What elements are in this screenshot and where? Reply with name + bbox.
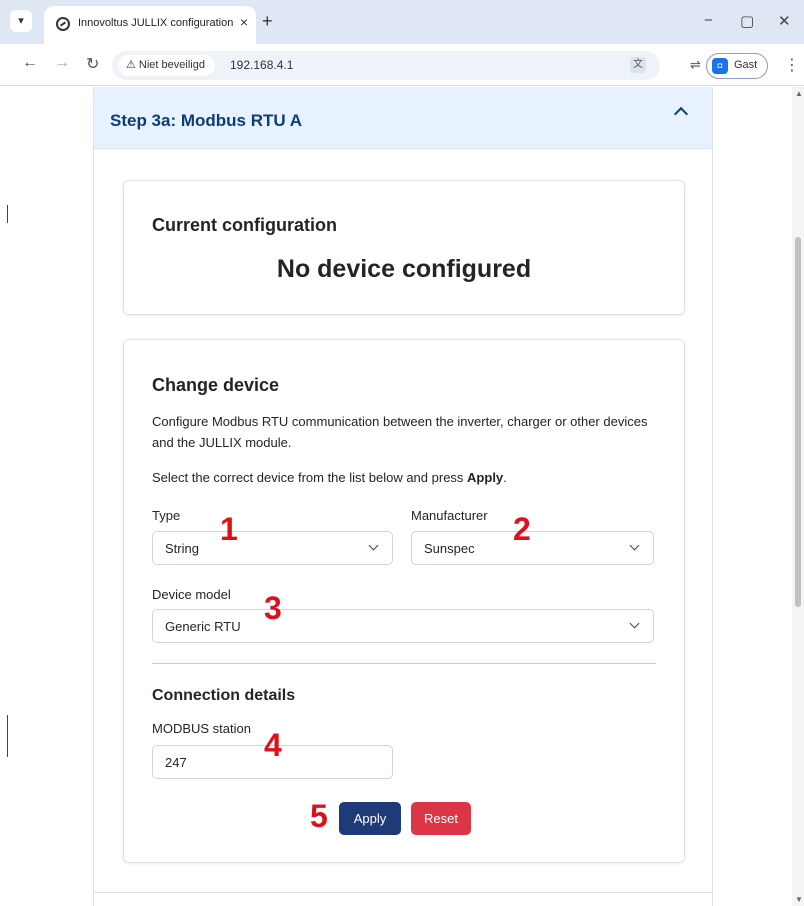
device-model-value: Generic RTU	[165, 619, 241, 634]
scrollbar-thumb[interactable]	[795, 237, 801, 607]
forward-arrow-icon[interactable]: →	[54, 54, 70, 72]
instruction-end: .	[503, 470, 507, 485]
current-config-status: No device configured	[276, 255, 532, 283]
manufacturer-value: Sunspec	[424, 541, 475, 556]
profile-button[interactable]: ◘ Gast	[706, 53, 768, 79]
page-edge-mark	[7, 205, 8, 223]
change-device-instruction: Select the correct device from the list …	[152, 467, 672, 488]
profile-label: Gast	[734, 59, 758, 71]
browser-tab[interactable]: Innovoltus JULLIX configuration ×	[44, 6, 256, 44]
translate-icon[interactable]: 文	[630, 57, 646, 73]
security-label: Niet beveiligd	[138, 59, 205, 71]
close-window-icon[interactable]: ✕	[778, 12, 791, 30]
back-arrow-icon[interactable]: ←	[22, 54, 38, 72]
accordion-bottom-border	[94, 892, 712, 893]
reset-button[interactable]: Reset	[411, 802, 471, 835]
connection-details-heading: Connection details	[152, 687, 296, 704]
change-device-description: Configure Modbus RTU communication betwe…	[152, 414, 648, 450]
change-device-card: Change device Configure Modbus RTU commu…	[123, 339, 685, 863]
guest-avatar-icon: ◘	[712, 58, 728, 74]
more-menu-icon[interactable]: ⋮	[784, 55, 800, 75]
instruction-text: Select the correct device from the list …	[152, 470, 468, 485]
scroll-down-icon[interactable]: ▼	[795, 895, 803, 904]
browser-tab-bar: ▾ Innovoltus JULLIX configuration × + − …	[0, 0, 804, 44]
url-text[interactable]: 192.168.4.1	[230, 58, 293, 72]
address-bar[interactable]: ⚠ Niet beveiligd 192.168.4.1 文	[112, 51, 660, 80]
extensions-icon[interactable]: ⇌	[690, 57, 701, 73]
chevron-up-icon[interactable]	[673, 106, 689, 122]
type-value: String	[165, 541, 199, 556]
instruction-apply-bold: Apply	[467, 470, 504, 485]
reload-icon[interactable]: ↻	[86, 54, 99, 74]
manufacturer-select[interactable]: Sunspec	[411, 531, 654, 565]
annotation-marker-4: 4	[264, 727, 282, 763]
page-edge-mark	[7, 715, 8, 757]
annotation-marker-5: 5	[310, 798, 328, 834]
chevron-down-icon	[368, 540, 379, 551]
current-config-heading: Current configuration	[152, 215, 337, 235]
minimize-icon[interactable]: −	[704, 12, 713, 29]
annotation-marker-3: 3	[264, 590, 282, 626]
type-select[interactable]: String	[152, 531, 393, 565]
section-divider	[152, 663, 656, 664]
security-warning-chip[interactable]: ⚠ Niet beveiligd	[118, 55, 215, 76]
change-device-heading: Change device	[152, 375, 280, 395]
current-configuration-card: Current configuration No device configur…	[123, 180, 685, 315]
modbus-station-label: MODBUS station	[152, 721, 251, 736]
tab-close-icon[interactable]: ×	[240, 14, 248, 30]
tab-search-button[interactable]: ▾	[10, 10, 32, 32]
vertical-scrollbar[interactable]: ▲ ▼	[792, 87, 804, 906]
manufacturer-label: Manufacturer	[411, 508, 488, 523]
device-model-label: Device model	[152, 587, 231, 602]
device-model-select[interactable]: Generic RTU	[152, 609, 654, 643]
tab-title: Innovoltus JULLIX configuration	[78, 17, 234, 29]
chevron-down-icon	[629, 618, 640, 629]
accordion-step-3a: Step 3a: Modbus RTU A Current configurat…	[93, 87, 713, 906]
apply-button[interactable]: Apply	[339, 802, 401, 835]
scroll-up-icon[interactable]: ▲	[795, 89, 803, 98]
accordion-header[interactable]: Step 3a: Modbus RTU A	[94, 87, 712, 149]
type-label: Type	[152, 508, 181, 523]
page-viewport: Step 3a: Modbus RTU A Current configurat…	[0, 87, 804, 906]
annotation-marker-1: 1	[220, 511, 238, 547]
new-tab-button[interactable]: +	[262, 11, 273, 32]
annotation-marker-2: 2	[513, 511, 531, 547]
chevron-down-icon	[629, 540, 640, 551]
accordion-title: Step 3a: Modbus RTU A	[110, 111, 303, 130]
maximize-icon[interactable]: ▢	[740, 12, 754, 30]
browser-toolbar: ← → ↻ ⚠ Niet beveiligd 192.168.4.1 文 ⇌ ◘…	[0, 44, 804, 86]
globe-icon	[56, 17, 70, 31]
